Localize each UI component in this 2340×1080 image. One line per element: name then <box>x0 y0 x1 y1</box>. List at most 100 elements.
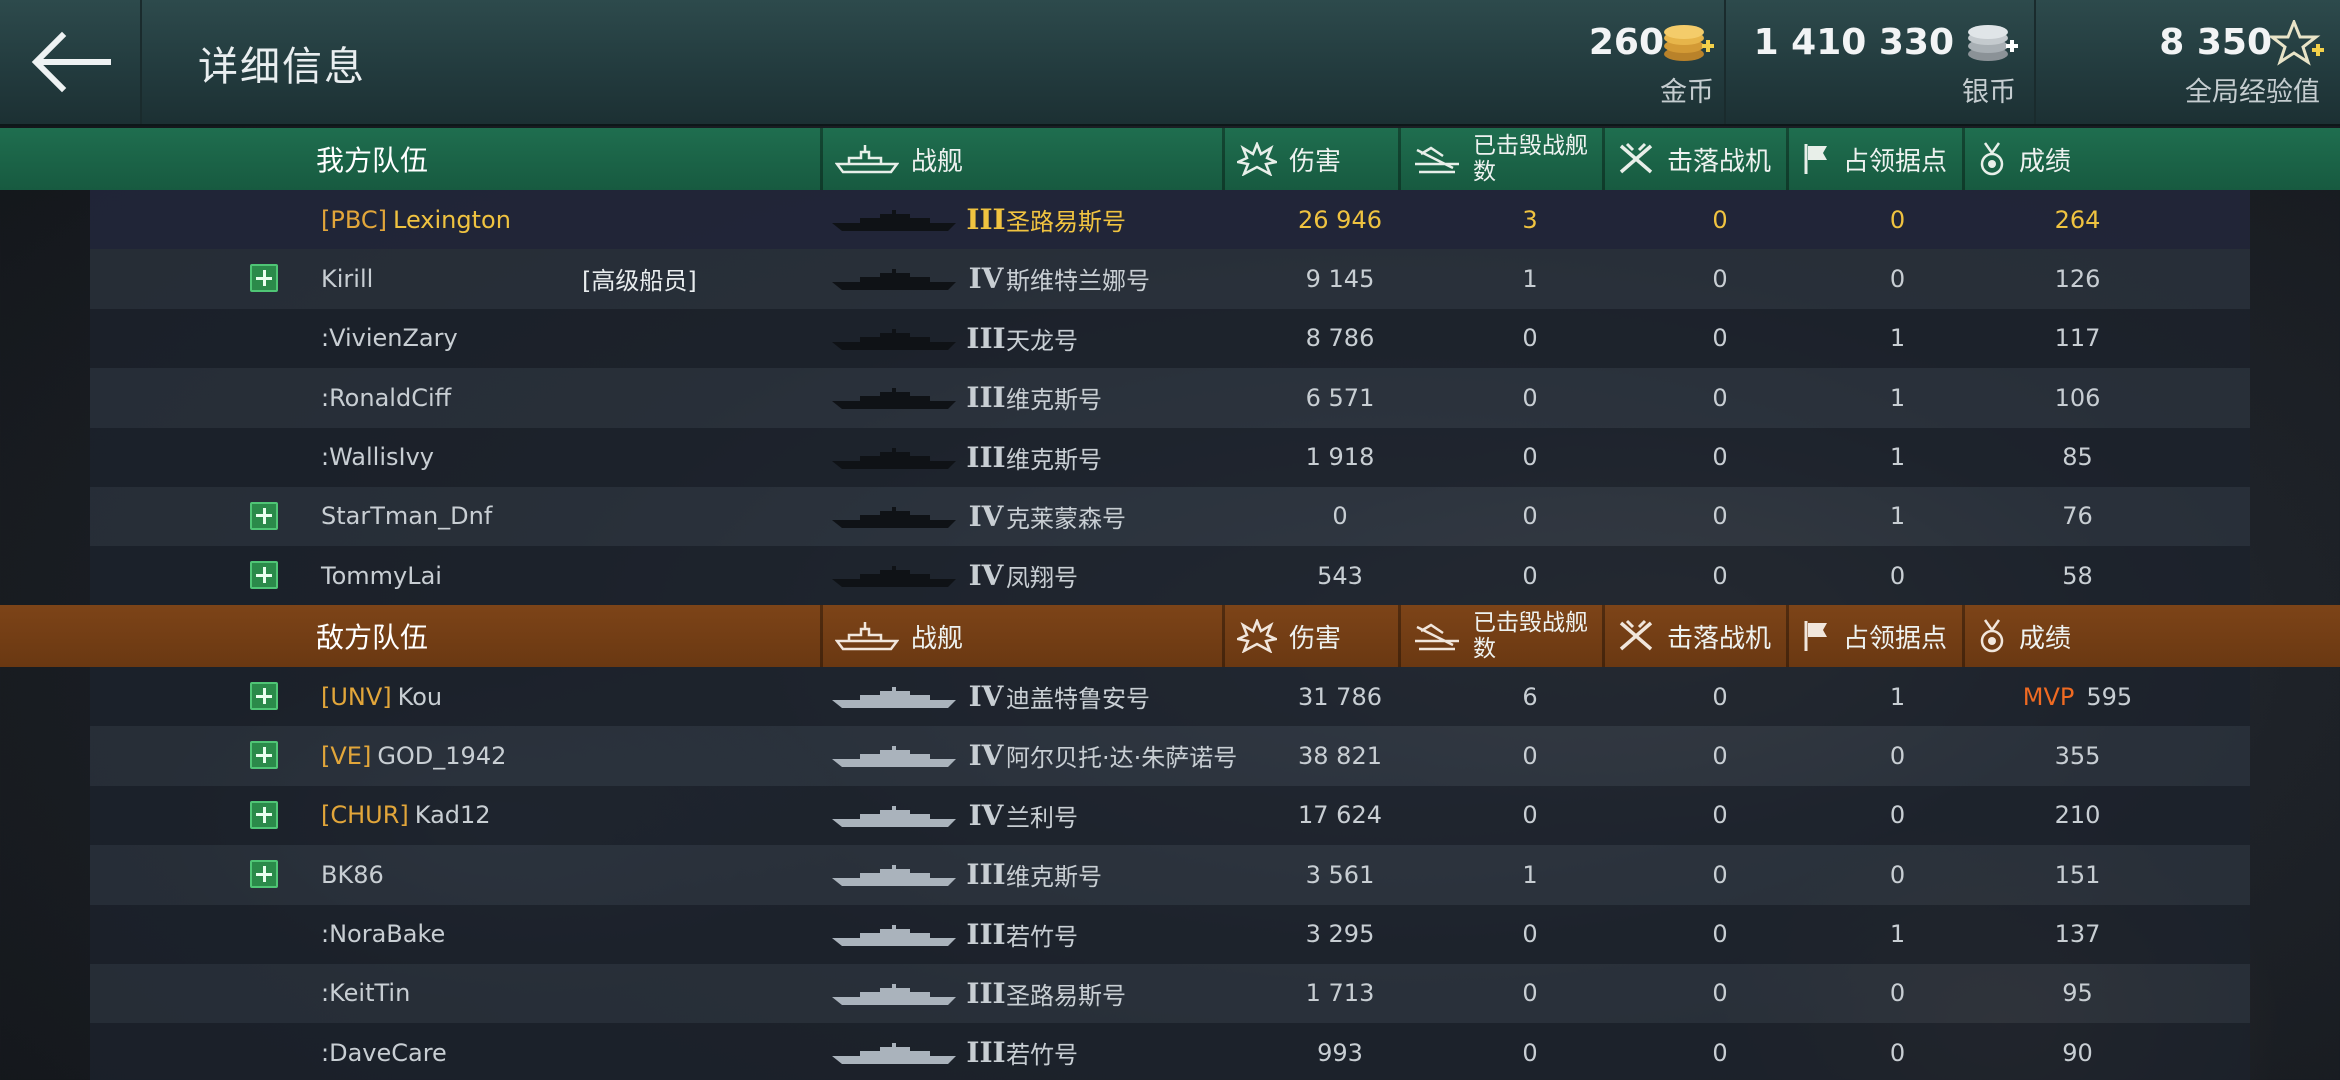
column-planes[interactable]: 击落战机 <box>1602 128 1786 190</box>
damage-value: 543 <box>1317 561 1363 590</box>
score-value: 76 <box>1995 487 2160 546</box>
score-value: 137 <box>1995 905 2160 964</box>
ship-name: 圣路易斯号 <box>1006 208 1126 236</box>
ship-silhouette-icon <box>832 805 956 827</box>
column-planes-label: 击落战机 <box>1667 623 1772 654</box>
kills-value: 1 <box>1522 860 1538 889</box>
player-row[interactable]: :VivienZary III 天龙号 8 786 0 0 1 117 <box>90 308 2250 369</box>
player-row[interactable]: Kirill [高级船员] IV 斯维特兰娜号 9 145 1 0 0 126 <box>90 249 2250 309</box>
damage-value: 9 145 <box>1305 264 1375 293</box>
player-name: BK86 <box>321 860 384 889</box>
add-friend-button[interactable] <box>250 800 278 829</box>
score-value: 210 <box>1995 786 2160 845</box>
team-name-label: 我方队伍 <box>316 144 429 177</box>
capture-value: 1 <box>1889 682 1906 711</box>
player-name: Kou <box>397 682 443 711</box>
kills-value: 0 <box>1522 979 1538 1008</box>
flag-icon <box>1801 619 1831 653</box>
mvp-badge: MVP <box>2022 682 2075 711</box>
player-name-cell: [PBC] Lexington <box>321 190 511 249</box>
player-row[interactable]: :DaveCare III 若竹号 993 0 0 0 90 <box>90 1023 2250 1080</box>
column-damage[interactable]: 伤害 <box>1222 128 1398 190</box>
page-title: 详细信息 <box>198 44 366 90</box>
column-score[interactable]: 成绩 <box>1962 128 2162 190</box>
ship-name: 凤翔号 <box>1006 564 1078 593</box>
xp-currency[interactable]: 8 350 全局经验值 <box>2034 0 2340 124</box>
capture-value: 0 <box>1889 741 1906 770</box>
add-friend-button[interactable] <box>250 264 278 293</box>
capture-value: 0 <box>1889 264 1906 293</box>
player-rank: [高级船员] <box>582 267 697 296</box>
column-kills[interactable]: 已击毁战舰数 <box>1398 605 1602 667</box>
column-damage[interactable]: 伤害 <box>1222 605 1398 667</box>
planes-value: 0 <box>1712 205 1728 234</box>
capture-value: 1 <box>1889 443 1906 472</box>
score-number: 76 <box>2062 502 2093 531</box>
player-name: :KeitTin <box>321 979 411 1008</box>
ship-tier: IV <box>968 680 1004 713</box>
add-friend-button[interactable] <box>250 741 278 770</box>
player-row[interactable]: :KeitTin III 圣路易斯号 1 713 0 0 0 95 <box>90 963 2250 1024</box>
gold-currency[interactable]: 260 金币 <box>1574 0 1724 124</box>
planes-value: 0 <box>1712 682 1728 711</box>
ally-team-name: 我方队伍 <box>316 128 428 190</box>
ship-name: 若竹号 <box>1006 1041 1078 1070</box>
planes-value: 0 <box>1712 920 1728 949</box>
column-capture[interactable]: 占领据点 <box>1786 128 1962 190</box>
column-ship[interactable]: 战舰 <box>820 605 1222 667</box>
warship-icon <box>835 619 899 653</box>
ally-team-header: 我方队伍 战舰 伤害 已击毁战舰数 击落战机 占领据点 成绩 <box>0 128 2340 190</box>
ship-name: 迪盖特鲁安号 <box>1006 685 1150 713</box>
add-friend-button[interactable] <box>250 501 278 530</box>
player-name: TommyLai <box>321 561 442 590</box>
ship-name: 维克斯号 <box>1006 445 1102 474</box>
player-row[interactable]: BK86 III 维克斯号 3 561 1 0 0 151 <box>90 845 2250 905</box>
warship-icon <box>835 142 899 176</box>
arrow-left-icon <box>31 31 111 93</box>
kills-value: 0 <box>1522 443 1538 472</box>
add-friend-button[interactable] <box>250 561 278 590</box>
player-row[interactable]: [VE] GOD_1942 IV 阿尔贝托·达·朱萨诺号 38 821 0 0 … <box>90 726 2250 786</box>
column-capture[interactable]: 占领据点 <box>1786 605 1962 667</box>
player-name-cell: :VivienZary <box>321 309 458 368</box>
kills-value: 0 <box>1522 383 1538 412</box>
xp-value: 8 350 <box>2159 22 2272 63</box>
column-kills[interactable]: 已击毁战舰数 <box>1398 128 1602 190</box>
enemy-player-list: [UNV] Kou IV 迪盖特鲁安号 31 786 6 0 1 MVP 595… <box>90 667 2250 1080</box>
player-row[interactable]: :RonaldCiff III 维克斯号 6 571 0 0 1 106 <box>90 368 2250 428</box>
player-row[interactable]: [CHUR] Kad12 IV 兰利号 17 624 0 0 0 210 <box>90 785 2250 846</box>
gold-value: 260 <box>1588 22 1664 63</box>
player-row[interactable]: [PBC] Lexington III 圣路易斯号 26 946 3 0 0 2… <box>90 190 2250 250</box>
add-friend-button[interactable] <box>250 860 278 889</box>
player-row[interactable]: :WallisIvy III 维克斯号 1 918 0 0 1 85 <box>90 427 2250 487</box>
column-planes[interactable]: 击落战机 <box>1602 605 1786 667</box>
player-name-cell: :NoraBake <box>321 905 445 964</box>
column-ship[interactable]: 战舰 <box>820 128 1222 190</box>
damage-value: 26 946 <box>1298 205 1382 234</box>
player-name: :RonaldCiff <box>321 383 452 412</box>
column-damage-label: 伤害 <box>1289 146 1342 177</box>
player-row[interactable]: [UNV] Kou IV 迪盖特鲁安号 31 786 6 0 1 MVP 595 <box>90 667 2250 727</box>
player-row[interactable]: :NoraBake III 若竹号 3 295 0 0 1 137 <box>90 904 2250 964</box>
capture-value: 0 <box>1889 561 1906 590</box>
crossed-plane-icon <box>1617 619 1655 653</box>
column-score[interactable]: 成绩 <box>1962 605 2162 667</box>
score-number: 58 <box>2062 561 2093 590</box>
player-name-cell: [VE] GOD_1942 <box>321 726 506 785</box>
column-kills-label: 已击毁战舰数 <box>1473 133 1588 185</box>
ship-tier: III <box>966 917 1006 951</box>
medal-icon <box>1977 618 2007 654</box>
ship-name: 圣路易斯号 <box>1006 981 1126 1010</box>
capture-value: 0 <box>1889 801 1906 830</box>
star-plus-icon <box>2270 20 2324 66</box>
player-row[interactable]: StarTman_Dnf IV 克莱蒙森号 0 0 0 1 76 <box>90 486 2250 547</box>
back-button[interactable] <box>0 0 142 124</box>
score-number: 210 <box>2054 801 2101 830</box>
player-name: :DaveCare <box>321 1038 447 1067</box>
player-row[interactable]: TommyLai IV 凤翔号 543 0 0 0 58 <box>90 546 2250 606</box>
silver-currency[interactable]: 1 410 330 银币 <box>1724 0 2034 124</box>
add-friend-button[interactable] <box>250 682 278 710</box>
damage-value: 0 <box>1332 502 1348 531</box>
silver-coins-plus-icon <box>1968 25 2018 61</box>
ship-name: 天龙号 <box>1006 326 1078 355</box>
